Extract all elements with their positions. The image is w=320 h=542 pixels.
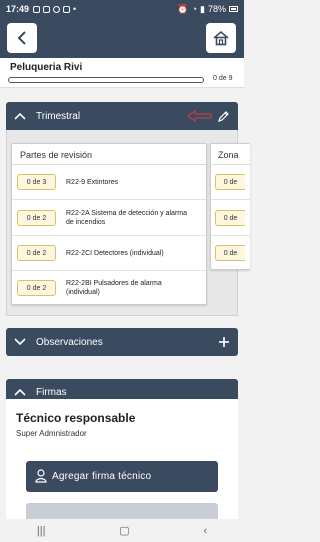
- home-button[interactable]: [206, 23, 236, 53]
- signature-panel: Técnico responsable Super Admnistrador A…: [6, 399, 238, 519]
- count-badge: 0 de: [215, 174, 245, 190]
- count-badge: 0 de: [215, 210, 245, 226]
- home-icon: [213, 30, 229, 46]
- arrow-annotation-icon: [187, 110, 212, 122]
- progress-label: 0 de 9: [213, 75, 233, 82]
- list-item[interactable]: 0 de: [211, 165, 250, 200]
- section-trimestral-header[interactable]: Trimestral: [6, 102, 238, 130]
- plus-icon[interactable]: [218, 336, 230, 348]
- count-badge: 0 de 3: [17, 174, 56, 190]
- card-zona: Zona 0 de 0 de 0 de: [210, 143, 250, 270]
- notification-icon: [63, 5, 71, 13]
- list-item[interactable]: 0 de 2 R22-2A Sistema de detección y ala…: [12, 200, 206, 236]
- more-icon: •: [73, 4, 77, 14]
- count-badge: 0 de 2: [17, 280, 56, 296]
- pencil-icon[interactable]: [217, 110, 230, 123]
- battery-icon: [229, 6, 238, 12]
- notification-icon: [33, 5, 41, 13]
- list-item[interactable]: 0 de 2 R22-2BI Pulsadores de alarma (ind…: [12, 271, 206, 306]
- signer-role: Técnico responsable: [16, 411, 136, 425]
- card-partes-revision: Partes de revisión 0 de 3 R22-9 Extintor…: [11, 143, 207, 305]
- chevron-left-icon: [17, 31, 26, 45]
- status-bar: 17:49 • ⏰ ◔ ▮ 78%: [0, 0, 244, 18]
- chevron-down-icon: [14, 338, 26, 346]
- section-trimestral-body: Partes de revisión 0 de 3 R22-9 Extintor…: [6, 130, 250, 316]
- recent-apps-icon[interactable]: |||: [37, 525, 46, 537]
- signer-name: Super Admnistrador: [16, 429, 87, 438]
- notification-icon: [53, 5, 61, 13]
- list-item[interactable]: 0 de: [211, 200, 250, 236]
- chevron-up-icon: [14, 112, 26, 120]
- wifi-icon: ◔: [191, 4, 198, 14]
- list-item-label: R22-2CI Detectores (individual): [66, 250, 164, 257]
- alarm-icon: ⏰: [177, 3, 189, 14]
- header-panel: Peluqueria Rivi 0 de 9: [0, 58, 244, 88]
- status-right: ⏰ ◔ ▮ 78%: [177, 4, 238, 15]
- section-trimestral-title: Trimestral: [36, 110, 81, 122]
- add-technician-signature-button[interactable]: Agregar firma técnico: [26, 461, 218, 492]
- status-time: 17:49: [6, 4, 30, 14]
- user-icon: [35, 469, 47, 483]
- count-badge: 0 de 2: [17, 210, 56, 226]
- list-item-label: R22-9 Extintores: [66, 179, 119, 186]
- back-nav-icon[interactable]: ‹: [203, 525, 207, 537]
- button-label: Agregar firma técnico: [52, 471, 152, 482]
- secondary-signature-button[interactable]: [26, 503, 218, 519]
- system-nav-bar: ||| ▢ ‹: [0, 519, 244, 542]
- section-observaciones-header[interactable]: Observaciones: [6, 328, 238, 356]
- count-badge: 0 de 2: [17, 245, 56, 261]
- progress-bar: [8, 77, 204, 83]
- list-item-label: R22-2BI Pulsadores de alarma (individual…: [66, 280, 162, 296]
- section-observaciones-title: Observaciones: [36, 336, 103, 348]
- status-notification-icons: •: [33, 4, 76, 14]
- list-item-label: R22-2A Sistema de detección y alarma de …: [66, 210, 188, 226]
- back-button[interactable]: [7, 23, 37, 53]
- home-nav-icon[interactable]: ▢: [119, 524, 129, 537]
- list-item[interactable]: 0 de: [211, 236, 250, 271]
- app-bar: [0, 18, 244, 58]
- page-title: Peluqueria Rivi: [10, 62, 83, 73]
- notification-icon: [43, 5, 51, 13]
- count-badge: 0 de: [215, 245, 245, 261]
- signal-icon: ▮: [200, 3, 205, 14]
- list-item[interactable]: 0 de 3 R22-9 Extintores: [12, 165, 206, 200]
- battery-percent: 78%: [207, 4, 226, 14]
- section-firmas-title: Firmas: [36, 386, 67, 398]
- card-title: Partes de revisión: [20, 150, 93, 160]
- list-item[interactable]: 0 de 2 R22-2CI Detectores (individual): [12, 236, 206, 271]
- card-title: Zona: [218, 150, 239, 160]
- chevron-up-icon: [14, 388, 26, 396]
